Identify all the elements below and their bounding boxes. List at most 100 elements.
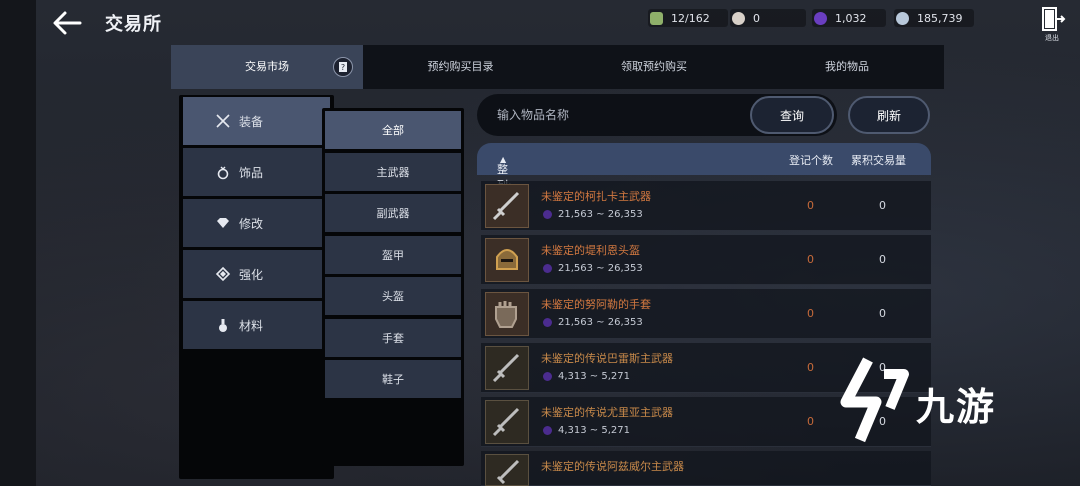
inventory-icon bbox=[650, 11, 663, 25]
sword-icon bbox=[485, 346, 529, 390]
silver-value: 185,739 bbox=[917, 11, 963, 25]
list-item[interactable]: 未鉴定的柯扎卡主武器 21,563 ~ 26,353 0 0 bbox=[481, 181, 931, 231]
col-registered-count: 登记个数 bbox=[789, 154, 833, 167]
tab-market[interactable]: 交易市场 ? bbox=[171, 45, 363, 89]
inventory-value: 12/162 bbox=[671, 11, 710, 25]
subcategory-gloves[interactable]: 手套 bbox=[325, 319, 461, 357]
item-price: 4,313 ~ 5,271 bbox=[543, 371, 630, 382]
subcategory-main-weapon[interactable]: 主武器 bbox=[325, 153, 461, 191]
subcategory-sub-weapon[interactable]: 副武器 bbox=[325, 194, 461, 232]
item-name: 未鉴定的柯扎卡主武器 bbox=[541, 190, 651, 203]
watermark-text: 九游 bbox=[916, 385, 997, 429]
item-price-value: 4,313 ~ 5,271 bbox=[558, 425, 630, 436]
pearl-icon bbox=[732, 11, 745, 25]
list-header: 整列: 等级 ▲ 登记个数 累积交易量 bbox=[477, 143, 931, 224]
exit-label: 退出 bbox=[1045, 34, 1059, 42]
flask-icon bbox=[215, 317, 231, 333]
item-name: 未鉴定的传说巴雷斯主武器 bbox=[541, 352, 673, 365]
rune-icon bbox=[215, 266, 231, 282]
sort-control[interactable]: 整列: 等级 ▲ bbox=[497, 152, 512, 224]
category-accessories[interactable]: 饰品 bbox=[183, 148, 330, 196]
ring-icon bbox=[215, 164, 231, 180]
category-modify-label: 修改 bbox=[239, 216, 264, 231]
market-guide-icon[interactable]: ? bbox=[333, 57, 353, 77]
category-enhance[interactable]: 强化 bbox=[183, 250, 330, 298]
query-button[interactable]: 查询 bbox=[750, 96, 834, 134]
item-registered-count: 0 bbox=[807, 253, 814, 266]
tab-my-items[interactable]: 我的物品 bbox=[750, 45, 944, 89]
tab-bar: 交易市场 ? 预约购买目录 领取预约购买 我的物品 bbox=[171, 45, 944, 89]
tab-market-label: 交易市场 bbox=[245, 60, 289, 73]
sword-icon bbox=[485, 400, 529, 444]
item-trade-volume: 0 bbox=[879, 307, 886, 320]
exit-button[interactable]: 退出 bbox=[1038, 6, 1066, 44]
crystal-icon bbox=[814, 11, 827, 25]
pearl-currency: 0 bbox=[730, 9, 806, 27]
subcategory-panel: 全部 主武器 副武器 盔甲 头盔 手套 鞋子 bbox=[322, 108, 464, 466]
subcategory-all[interactable]: 全部 bbox=[325, 111, 461, 149]
crystal-icon bbox=[543, 426, 552, 435]
item-price: 21,563 ~ 26,353 bbox=[543, 317, 643, 328]
crossed-swords-icon bbox=[215, 113, 231, 129]
silver-currency: 185,739 bbox=[894, 9, 974, 27]
list-item[interactable]: 未鉴定的堤利恩头盔 21,563 ~ 26,353 0 0 bbox=[481, 235, 931, 285]
item-registered-count: 0 bbox=[807, 199, 814, 212]
item-trade-volume: 0 bbox=[879, 253, 886, 266]
category-equipment[interactable]: 装备 bbox=[183, 97, 330, 145]
item-price-value: 21,563 ~ 26,353 bbox=[558, 263, 643, 274]
item-name: 未鉴定的努阿勒的手套 bbox=[541, 298, 651, 311]
item-name: 未鉴定的传说尤里亚主武器 bbox=[541, 406, 673, 419]
item-price-value: 21,563 ~ 26,353 bbox=[558, 317, 643, 328]
refresh-button[interactable]: 刷新 bbox=[848, 96, 930, 134]
gem-icon bbox=[215, 215, 231, 231]
item-trade-volume: 0 bbox=[879, 199, 886, 212]
crystal-currency: 1,032 bbox=[812, 9, 886, 27]
item-registered-count: 0 bbox=[807, 307, 814, 320]
helmet-icon bbox=[485, 238, 529, 282]
tab-claim-reserve[interactable]: 领取预约购买 bbox=[558, 45, 750, 89]
subcategory-helmet[interactable]: 头盔 bbox=[325, 277, 461, 315]
subcategory-armor[interactable]: 盔甲 bbox=[325, 236, 461, 274]
sword-icon bbox=[485, 184, 529, 228]
category-panel: 装备 饰品 修改 强化 材料 bbox=[179, 95, 334, 479]
back-button[interactable] bbox=[50, 8, 84, 38]
item-price-value: 4,313 ~ 5,271 bbox=[558, 371, 630, 382]
item-name: 未鉴定的传说阿兹威尔主武器 bbox=[541, 460, 684, 473]
jiuyou-logo-icon bbox=[840, 357, 909, 443]
crystal-icon bbox=[543, 210, 552, 219]
category-enhance-label: 强化 bbox=[239, 267, 264, 282]
page-title: 交易所 bbox=[105, 14, 162, 35]
category-equipment-label: 装备 bbox=[239, 114, 264, 129]
subcategory-shoes[interactable]: 鞋子 bbox=[325, 360, 461, 398]
arrow-left-icon bbox=[53, 11, 82, 35]
item-name: 未鉴定的堤利恩头盔 bbox=[541, 244, 640, 257]
list-item[interactable]: 未鉴定的传说阿兹威尔主武器 bbox=[481, 451, 931, 486]
category-materials[interactable]: 材料 bbox=[183, 301, 330, 349]
item-registered-count: 0 bbox=[807, 361, 814, 374]
sword-icon bbox=[485, 454, 529, 486]
item-price: 21,563 ~ 26,353 bbox=[543, 263, 643, 274]
pearl-value: 0 bbox=[753, 11, 760, 25]
category-accessories-label: 饰品 bbox=[239, 165, 264, 180]
item-price: 4,313 ~ 5,271 bbox=[543, 425, 630, 436]
exit-door-icon bbox=[1042, 7, 1066, 31]
gauntlet-icon bbox=[485, 292, 529, 336]
jiuyou-watermark-logo: 九游 bbox=[838, 356, 1038, 446]
left-edge bbox=[0, 0, 36, 486]
category-modify[interactable]: 修改 bbox=[183, 199, 330, 247]
crystal-icon bbox=[543, 264, 552, 273]
inventory-capacity: 12/162 bbox=[648, 9, 728, 27]
item-price: 21,563 ~ 26,353 bbox=[543, 209, 643, 220]
item-registered-count: 0 bbox=[807, 415, 814, 428]
crystal-icon bbox=[543, 372, 552, 381]
silver-coin-icon bbox=[896, 11, 909, 25]
col-trade-volume: 累积交易量 bbox=[851, 154, 906, 167]
tab-reserve-list[interactable]: 预约购买目录 bbox=[363, 45, 558, 89]
crystal-value: 1,032 bbox=[835, 11, 867, 25]
search-input[interactable] bbox=[497, 105, 747, 125]
category-materials-label: 材料 bbox=[239, 318, 264, 333]
item-price-value: 21,563 ~ 26,353 bbox=[558, 209, 643, 220]
list-item[interactable]: 未鉴定的努阿勒的手套 21,563 ~ 26,353 0 0 bbox=[481, 289, 931, 339]
crystal-icon bbox=[543, 318, 552, 327]
svg-text:?: ? bbox=[341, 63, 345, 72]
